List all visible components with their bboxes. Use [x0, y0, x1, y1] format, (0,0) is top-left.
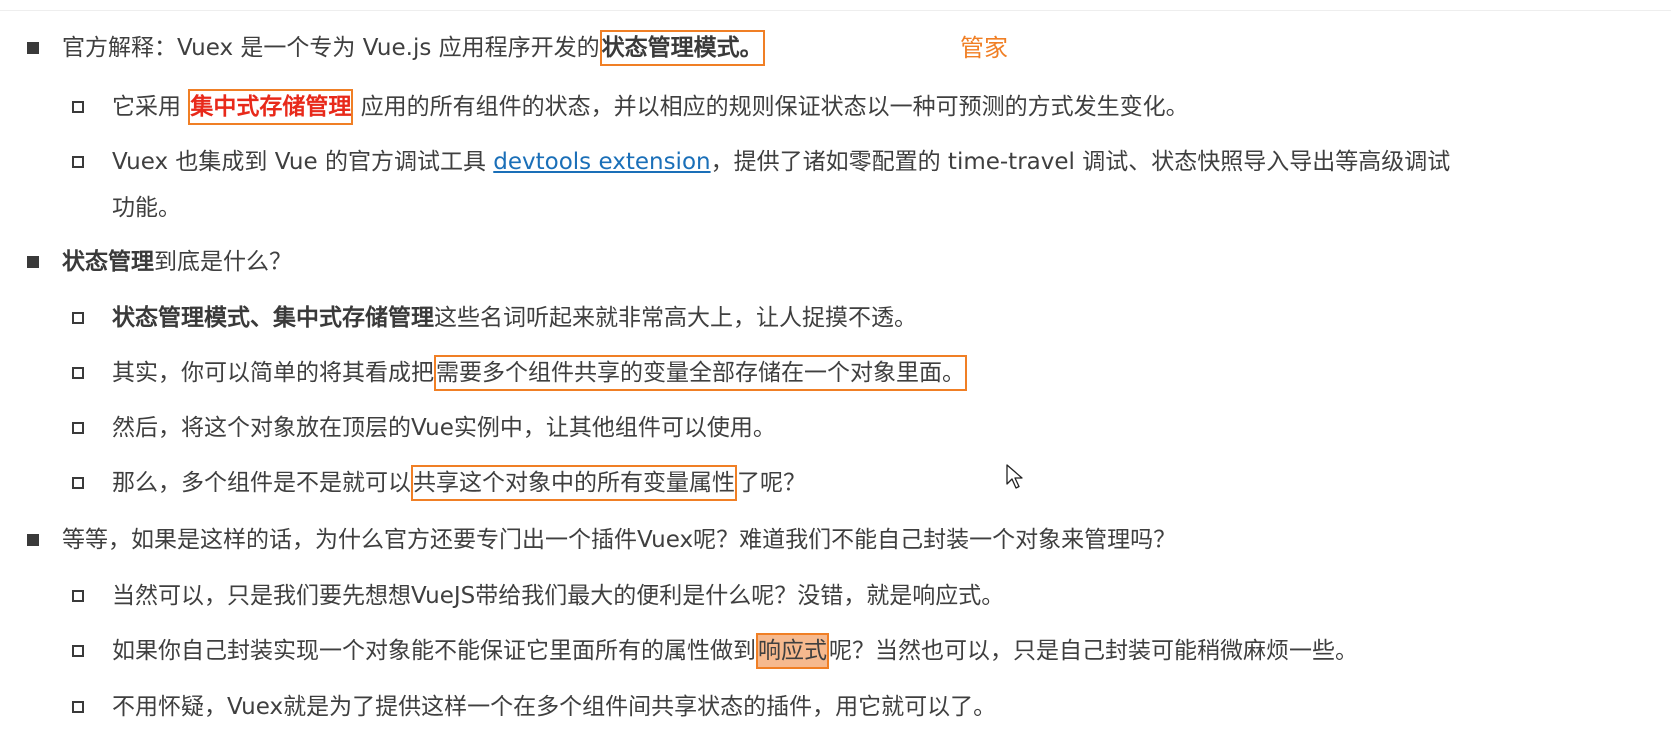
- filled-square-bullet-icon: [27, 42, 39, 54]
- item-bold-text: 状态管理: [62, 249, 154, 275]
- item-text: 呢？当然也可以，只是自己封装可能稍微麻烦一些。: [829, 638, 1358, 664]
- item-text: 了呢？: [737, 470, 806, 496]
- hollow-square-bullet-icon: [72, 701, 84, 713]
- item-text: 那么，多个组件是不是就可以: [112, 470, 411, 496]
- hollow-square-bullet-icon: [72, 312, 84, 324]
- item-bold-text: 状态管理模式、集中式存储管理: [112, 305, 434, 331]
- item-text: 它采用: [112, 94, 181, 120]
- item-text: 官方解释：Vuex 是一个专为 Vue.js 应用程序开发的: [62, 35, 600, 61]
- filled-square-bullet-icon: [27, 256, 39, 268]
- highlight-box: 集中式存储管理: [188, 89, 354, 125]
- hollow-square-bullet-icon: [72, 590, 84, 602]
- item-text: 这些名词听起来就非常高大上，让人捉摸不透。: [434, 305, 917, 331]
- item-text: 功能。: [112, 195, 181, 221]
- top-divider: [0, 10, 1671, 11]
- item-text: ，提供了诸如零配置的 time-travel 调试、状态快照导入导出等高级调试: [710, 149, 1451, 175]
- item-text: 如果你自己封装实现一个对象能不能保证它里面所有的属性做到: [112, 638, 756, 664]
- item-text: 其实，你可以简单的将其看成把: [112, 360, 434, 386]
- hollow-square-bullet-icon: [72, 645, 84, 657]
- item-text: 等等，如果是这样的话，为什么官方还要专门出一个插件Vuex呢？难道我们不能自己封…: [62, 527, 1177, 553]
- highlight-box: 需要多个组件共享的变量全部存储在一个对象里面。: [434, 355, 967, 391]
- highlight-box: 状态管理模式。: [599, 30, 765, 66]
- hollow-square-bullet-icon: [72, 477, 84, 489]
- item-text: 当然可以，只是我们要先想想VueJS带给我们最大的便利是什么呢？没错，就是响应式…: [112, 583, 1005, 609]
- highlight-box: 响应式: [756, 633, 829, 669]
- devtools-link[interactable]: devtools extension: [493, 149, 710, 175]
- item-text: 然后，将这个对象放在顶层的Vue实例中，让其他组件可以使用。: [112, 415, 776, 441]
- item-text: 到底是什么？: [154, 249, 292, 275]
- hollow-square-bullet-icon: [72, 101, 84, 113]
- item-text: 不用怀疑，Vuex就是为了提供这样一个在多个组件间共享状态的插件，用它就可以了。: [112, 694, 997, 720]
- hollow-square-bullet-icon: [72, 367, 84, 379]
- hollow-square-bullet-icon: [72, 422, 84, 434]
- mouse-pointer-icon: [1006, 464, 1023, 489]
- highlight-box: 共享这个对象中的所有变量属性: [411, 465, 737, 501]
- item-text: Vuex 也集成到 Vue 的官方调试工具: [112, 149, 494, 175]
- handwritten-note: 管家: [960, 34, 1008, 62]
- hollow-square-bullet-icon: [72, 156, 84, 168]
- item-text: 应用的所有组件的状态，并以相应的规则保证状态以一种可预测的方式发生变化。: [360, 94, 1189, 120]
- filled-square-bullet-icon: [27, 534, 39, 546]
